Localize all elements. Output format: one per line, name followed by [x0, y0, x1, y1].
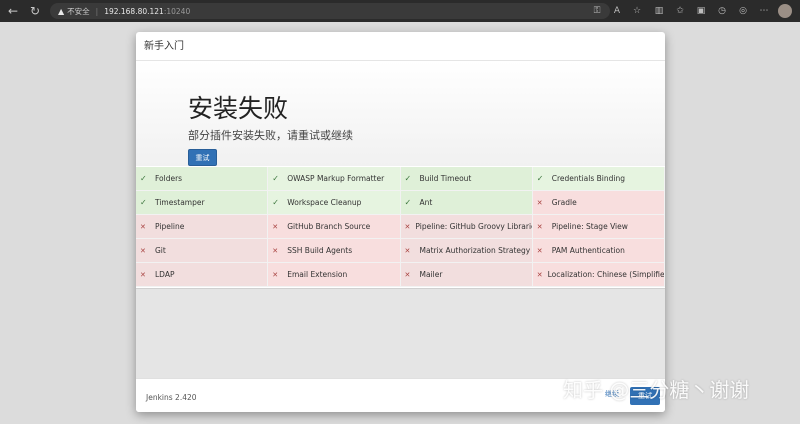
url-port: :10240: [163, 6, 191, 16]
plugin-row: ✓ Timestamper ✓ Workspace Cleanup ✓ Ant ✕ Gradl…: [136, 191, 665, 215]
plugin-name: Matrix Authorization Strategy: [419, 246, 531, 255]
plugin-item: ✕ GitHub Branch Source: [268, 215, 401, 239]
setup-wizard-dialog: 新手入门 安装失败 部分插件安装失败，请重试或继续 重试 ✓ Folders ✓ OW…: [136, 32, 665, 412]
plugin-row: ✓ Folders ✓ OWASP Markup Formatter ✓ Build Ti…: [136, 167, 665, 191]
cross-icon: ✕: [536, 198, 543, 207]
key-icon[interactable]: ⚿: [590, 2, 604, 20]
plugin-item: ✕ Pipeline: [136, 215, 269, 239]
plugin-name: Build Timeout: [419, 174, 472, 183]
cross-icon: ✕: [536, 222, 543, 231]
read-aloud-icon[interactable]: A: [610, 2, 624, 20]
cross-icon: ✕: [536, 270, 543, 279]
profile-avatar[interactable]: [778, 4, 792, 18]
plugin-name: GitHub Branch Source: [287, 222, 371, 231]
warning-icon: ▲: [58, 6, 65, 16]
favorite-star-icon[interactable]: ☆: [630, 2, 644, 20]
cross-icon: ✕: [404, 246, 411, 255]
address-bar[interactable]: ▲ 不安全 | 192.168.80.121 :10240: [50, 3, 610, 19]
plugin-name: Ant: [419, 198, 433, 207]
collections-icon[interactable]: ▣: [694, 2, 708, 20]
plugin-item: ✕ Pipeline: GitHub Groovy Libraries: [400, 215, 533, 239]
cross-icon: ✕: [272, 246, 279, 255]
plugin-name: Email Extension: [287, 270, 348, 279]
plugin-item: ✕ Matrix Authorization Strategy: [400, 239, 533, 263]
back-icon[interactable]: ←: [4, 2, 22, 20]
zhihu-watermark: 知乎 @三分糖丶谢谢: [563, 378, 750, 402]
jenkins-version: Jenkins 2.420: [146, 393, 197, 402]
plugin-name: PAM Authentication: [551, 246, 625, 255]
security-label: 不安全: [67, 6, 90, 16]
plugin-item: ✓ Workspace Cleanup: [268, 191, 401, 215]
install-failed-heading: 安装失败: [188, 94, 289, 123]
plugin-item: ✓ Ant: [400, 191, 533, 215]
cross-icon: ✕: [272, 222, 279, 231]
hero-section: 安装失败 部分插件安装失败，请重试或继续 重试: [136, 61, 665, 166]
empty-log-area: [136, 288, 665, 378]
plugin-item: ✕ Gradle: [532, 191, 665, 215]
plugin-row: ✕ Git ✕ SSH Build Agents ✕ Matrix Authorizati…: [136, 239, 665, 263]
plugin-item: ✓ Timestamper: [136, 191, 269, 215]
retry-button[interactable]: 重试: [188, 149, 217, 166]
more-icon[interactable]: ⋯: [757, 2, 771, 20]
url-host: 192.168.80.121: [104, 6, 164, 16]
plugin-item: ✓ OWASP Markup Formatter: [268, 167, 401, 191]
cross-icon: ✕: [140, 222, 146, 231]
plugin-name: Workspace Cleanup: [287, 198, 362, 207]
history-icon[interactable]: ◷: [715, 2, 729, 20]
plugin-item: ✕ Email Extension: [268, 263, 401, 287]
plugin-item: ✕ Localization: Chinese (Simplified): [532, 263, 665, 287]
check-icon: ✓: [404, 174, 412, 183]
plugin-name: SSH Build Agents: [287, 246, 353, 255]
favorites-icon[interactable]: ✩: [673, 2, 687, 20]
plugin-row: ✕ LDAP ✕ Email Extension ✕ Mailer ✕ Localizatio…: [136, 263, 665, 287]
plugin-name: Gradle: [551, 198, 577, 207]
dialog-title: 新手入门: [136, 32, 665, 61]
split-screen-icon[interactable]: ▥: [652, 2, 666, 20]
page-viewport: 新手入门 安装失败 部分插件安装失败，请重试或继续 重试 ✓ Folders ✓ OW…: [0, 22, 800, 424]
plugin-name: Localization: Chinese (Simplified): [547, 270, 665, 279]
cross-icon: ✕: [404, 270, 411, 279]
plugin-name: LDAP: [155, 270, 175, 279]
plugin-item: ✕ LDAP: [136, 263, 269, 287]
plugin-name: Folders: [155, 174, 183, 183]
check-icon: ✓: [140, 174, 147, 183]
cross-icon: ✕: [140, 246, 146, 255]
check-icon: ✓: [536, 174, 544, 183]
plugin-name: Pipeline: GitHub Groovy Libraries: [415, 222, 533, 231]
browser-toolbar: ← ↻ ▲ 不安全 | 192.168.80.121 :10240 ⚿ A ☆ …: [0, 0, 800, 22]
check-icon: ✓: [272, 198, 279, 207]
cross-icon: ✕: [404, 222, 411, 231]
plugin-item: ✕ Mailer: [400, 263, 533, 287]
plugin-name: Git: [155, 246, 166, 255]
plugin-name: OWASP Markup Formatter: [287, 174, 385, 183]
address-separator: |: [95, 6, 99, 16]
plugin-name: Timestamper: [155, 198, 205, 207]
cross-icon: ✕: [140, 270, 146, 279]
plugin-status-grid: ✓ Folders ✓ OWASP Markup Formatter ✓ Build Ti…: [136, 167, 665, 287]
refresh-icon[interactable]: ↻: [26, 2, 44, 20]
plugin-name: Pipeline: Stage View: [551, 222, 628, 231]
cross-icon: ✕: [272, 270, 279, 279]
plugin-item: ✕ Pipeline: Stage View: [532, 215, 665, 239]
plugin-item: ✕ Git: [136, 239, 269, 263]
check-icon: ✓: [272, 174, 279, 183]
plugin-name: Credentials Binding: [551, 174, 625, 183]
plugin-item: ✓ Build Timeout: [400, 167, 533, 191]
plugin-name: Pipeline: [155, 222, 185, 231]
plugin-row: ✕ Pipeline ✕ GitHub Branch Source ✕ Pipeline:…: [136, 215, 665, 239]
check-icon: ✓: [404, 198, 412, 207]
install-failed-subtitle: 部分插件安装失败，请重试或继续: [188, 129, 353, 142]
check-icon: ✓: [140, 198, 147, 207]
plugin-item: ✓ Credentials Binding: [532, 167, 665, 191]
plugin-item: ✓ Folders: [136, 167, 269, 191]
plugin-item: ✕ SSH Build Agents: [268, 239, 401, 263]
extension-icon[interactable]: ◎: [736, 2, 750, 20]
plugin-name: Mailer: [419, 270, 443, 279]
cross-icon: ✕: [536, 246, 543, 255]
plugin-item: ✕ PAM Authentication: [532, 239, 665, 263]
